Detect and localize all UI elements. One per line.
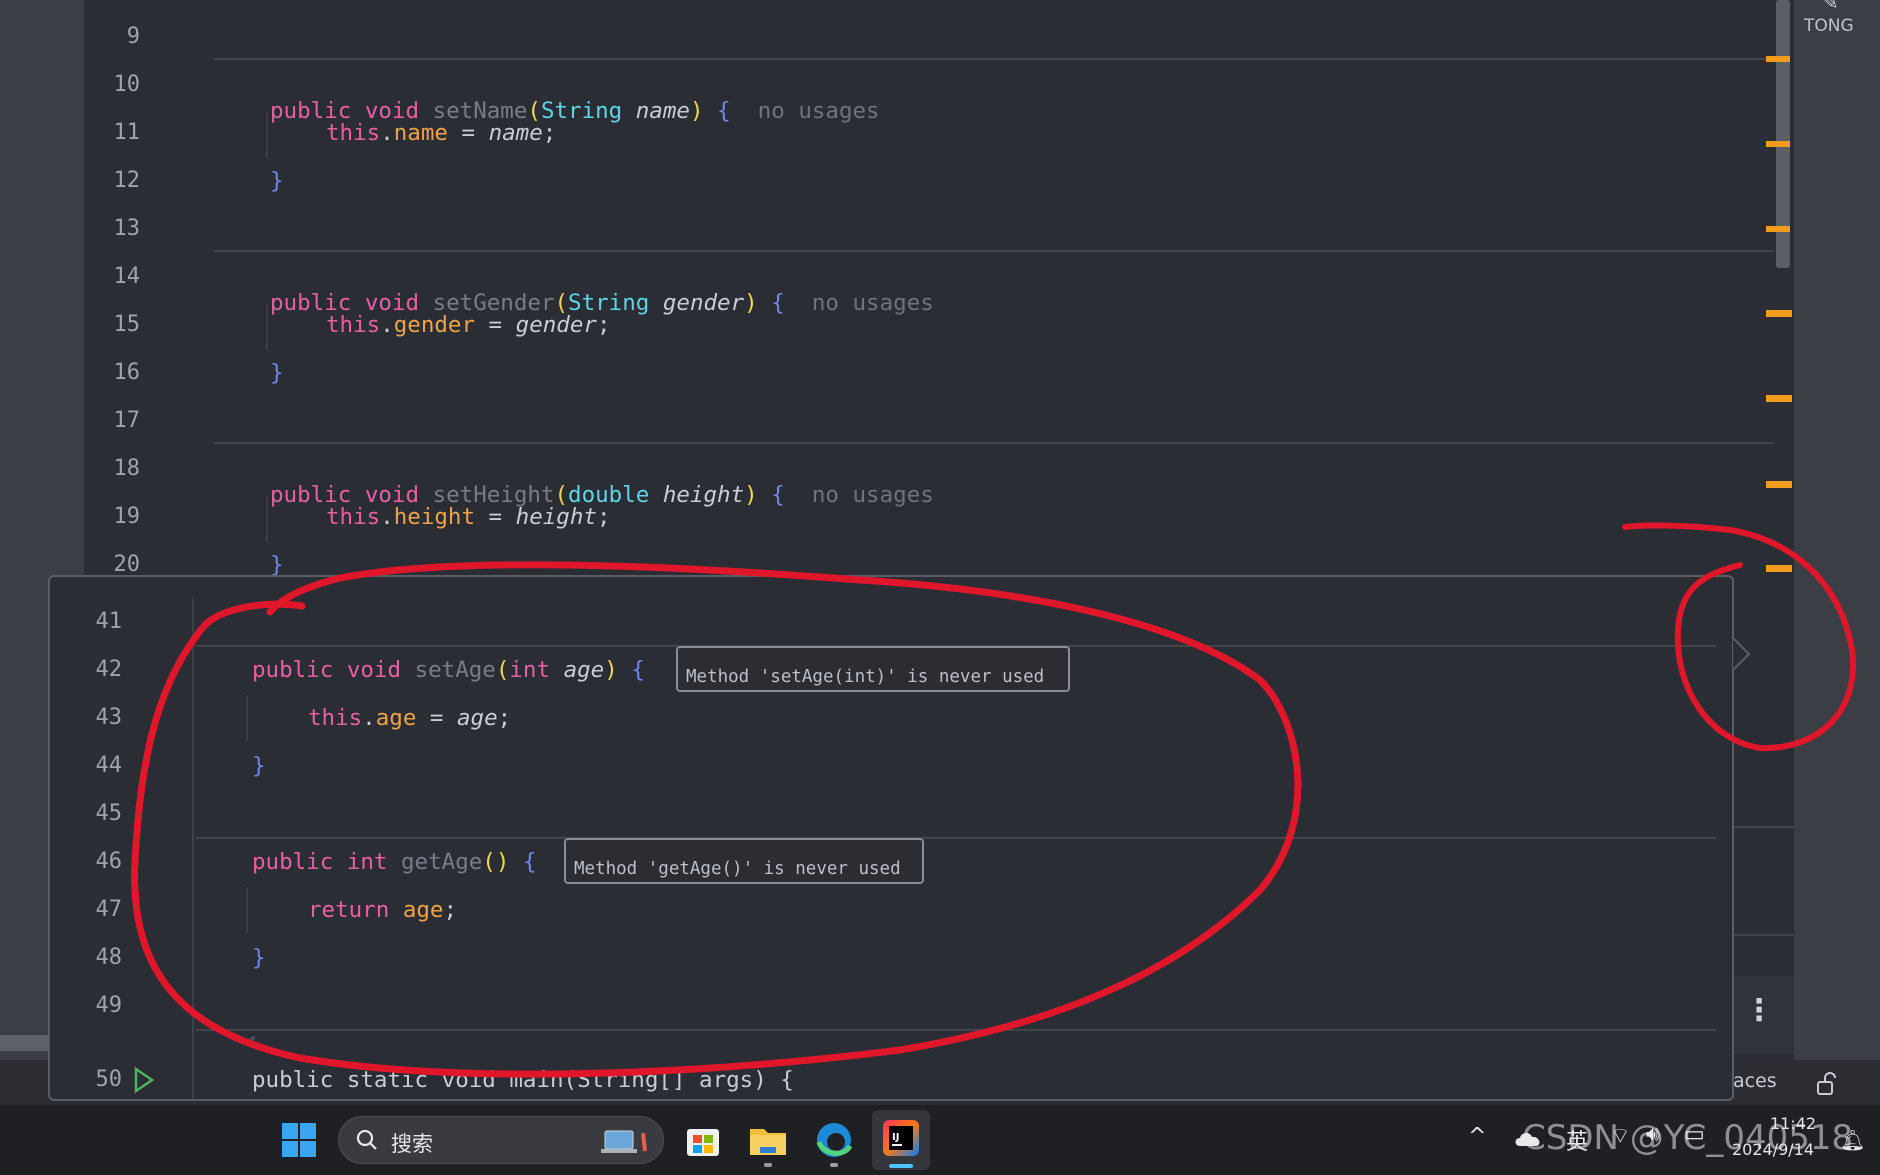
svg-text:IJ: IJ [892,1132,899,1143]
red-annotation-circles [131,522,1856,1078]
intellij-idea-icon: IJ [883,1120,919,1156]
search-placeholder: 搜索 [391,1132,433,1156]
csdn-watermark: CSDN @YC_040518 [1522,1118,1854,1158]
edge-browser-icon[interactable] [814,1120,854,1160]
search-highlight-icon [601,1127,653,1159]
intellij-app-button[interactable]: IJ [872,1110,930,1170]
taskbar-search-box[interactable]: 搜索 [338,1116,664,1164]
windows-logo-icon [282,1123,316,1157]
search-icon [355,1128,379,1156]
taskbar-active-indicator [889,1164,913,1168]
taskbar-running-indicator [764,1163,772,1167]
store-app-icon[interactable] [684,1121,722,1159]
taskbar-running-indicator [830,1163,838,1167]
start-button[interactable] [280,1121,318,1159]
file-explorer-icon[interactable] [748,1121,788,1159]
tray-overflow-chevron-icon[interactable]: ^ [1468,1124,1486,1149]
